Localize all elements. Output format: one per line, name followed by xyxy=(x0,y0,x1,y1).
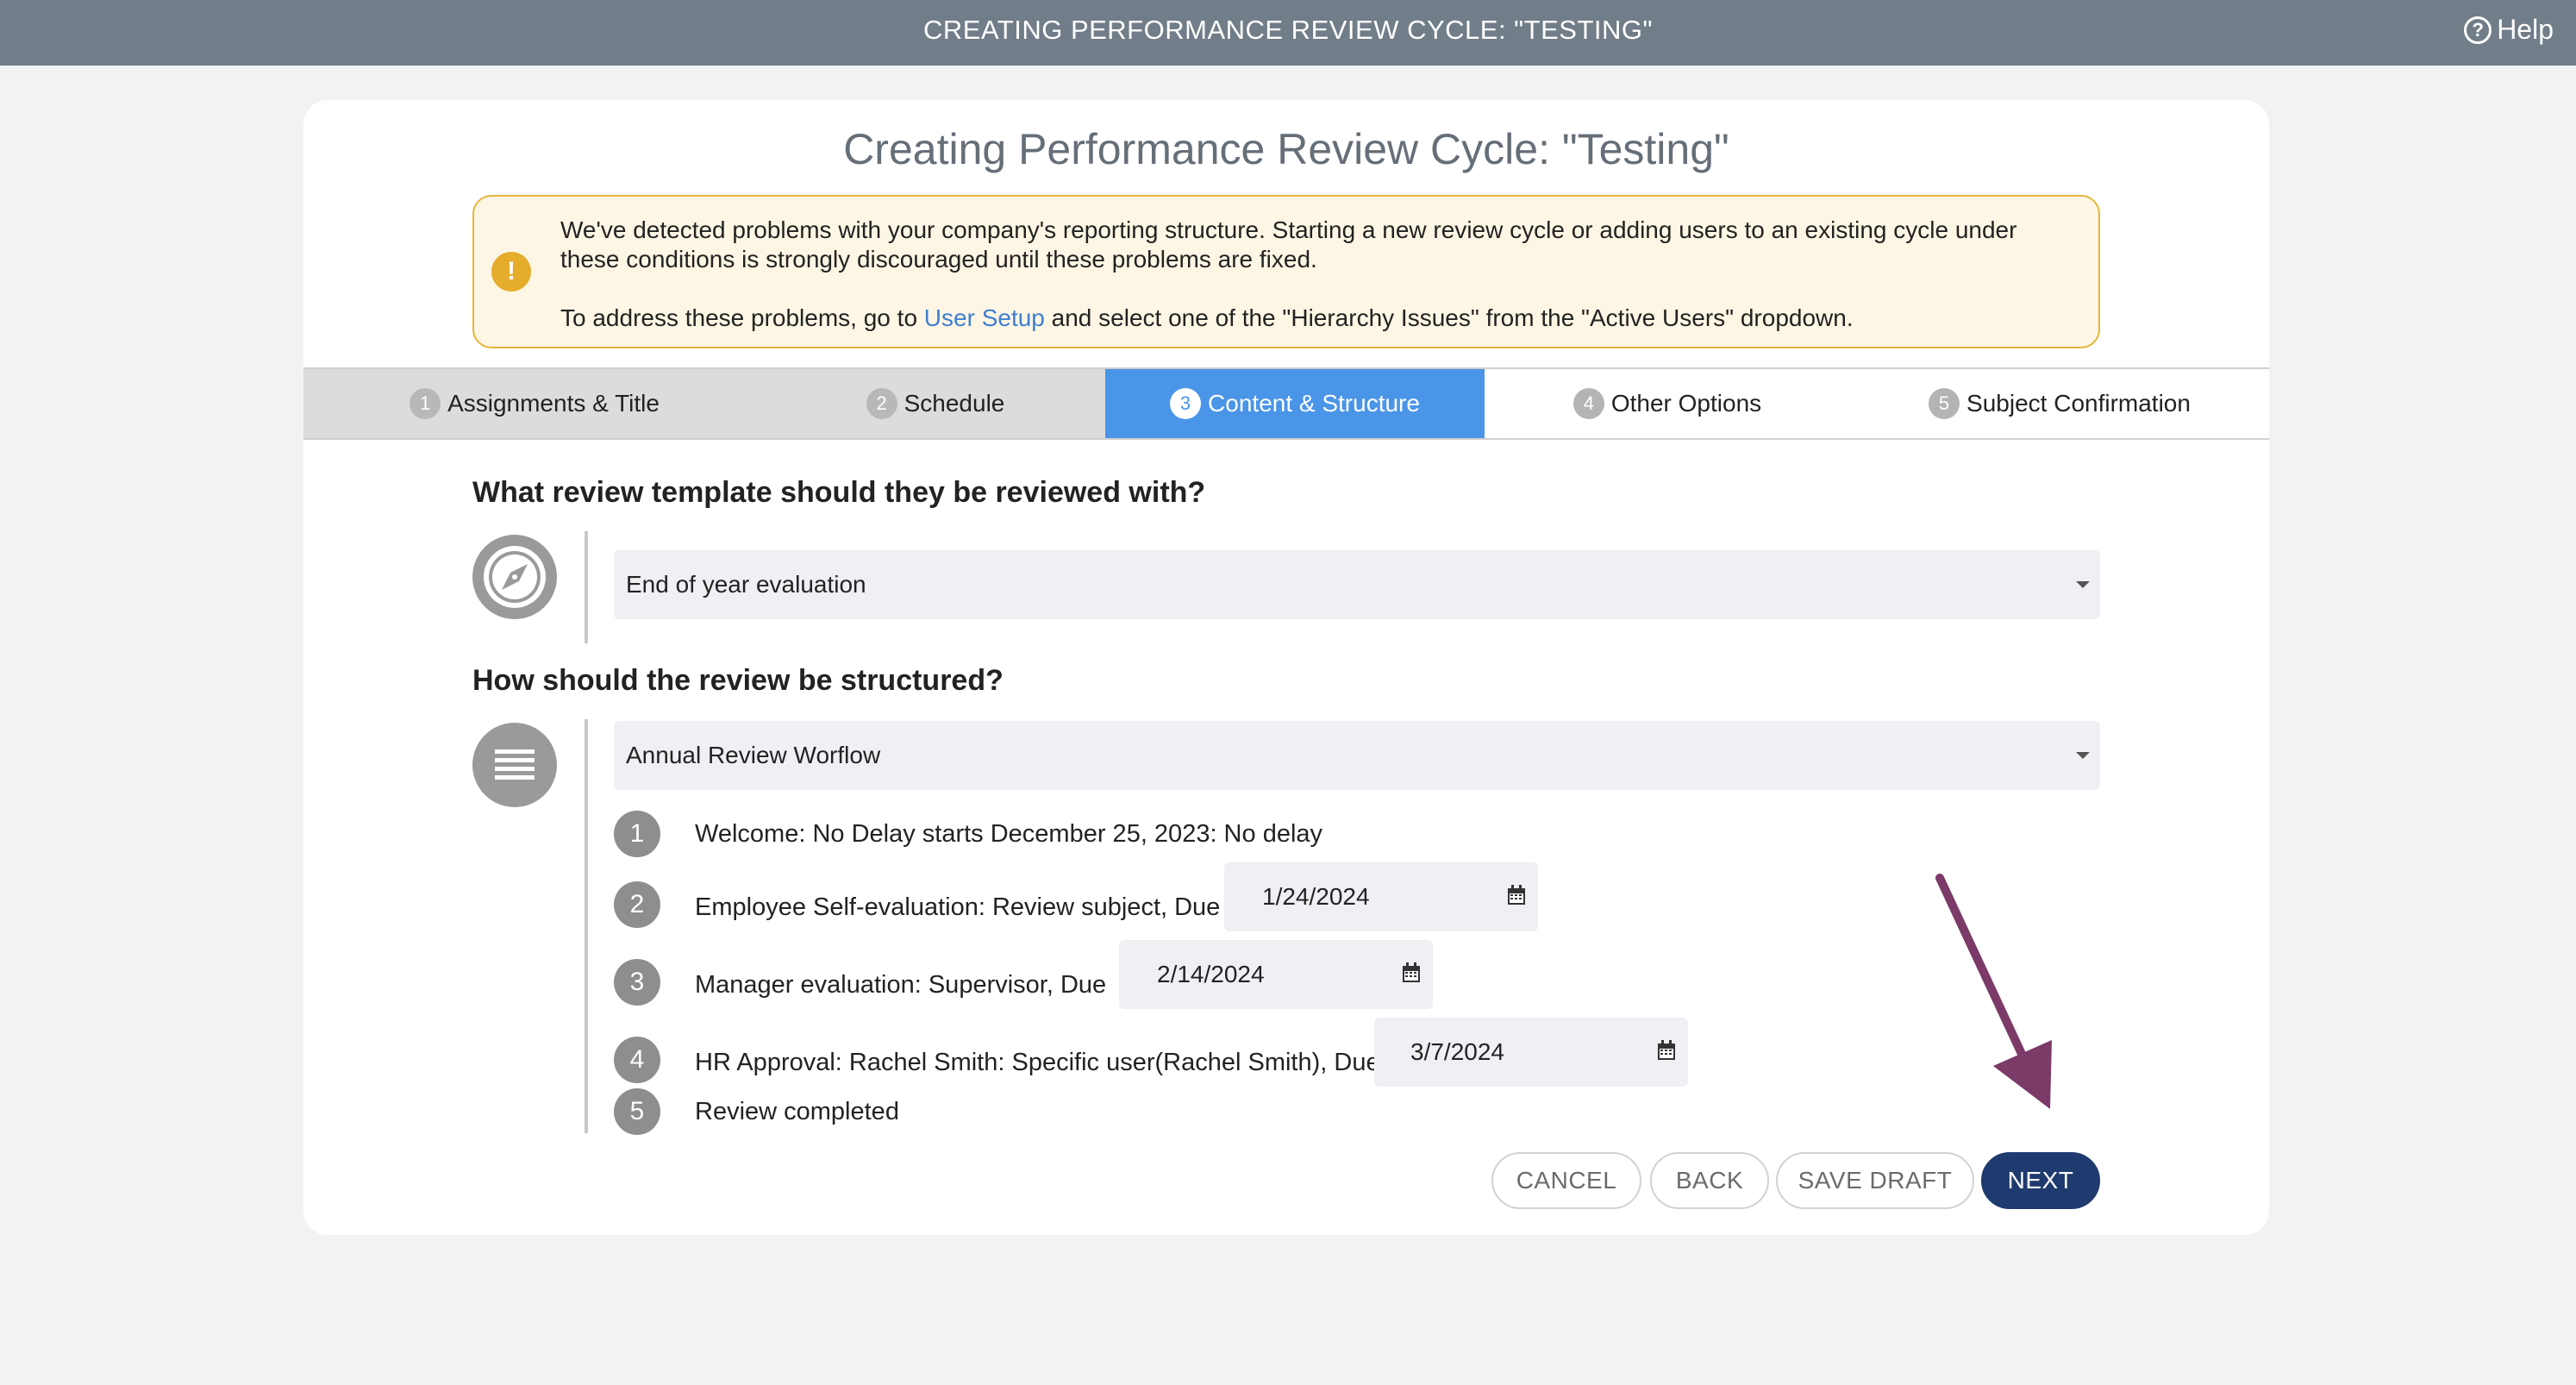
tab-other-options[interactable]: 4 Other Options xyxy=(1485,369,1850,438)
review-structure-value: Annual Review Worflow xyxy=(626,742,881,768)
template-question: What review template should they be revi… xyxy=(472,476,1206,509)
alert-message: We've detected problems with your compan… xyxy=(560,216,2078,333)
tab-number: 4 xyxy=(1572,388,1604,419)
exclamation-icon: ! xyxy=(491,252,531,291)
alert-line-2: To address these problems, go to User Se… xyxy=(560,304,2078,333)
tab-subject-confirmation[interactable]: 5 Subject Confirmation xyxy=(1850,369,2269,438)
step-number: 4 xyxy=(614,1037,660,1083)
structure-question: How should the review be structured? xyxy=(472,664,1004,697)
review-template-value: End of year evaluation xyxy=(626,571,866,598)
tab-label: Other Options xyxy=(1610,390,1762,417)
list-icon xyxy=(472,723,557,807)
workflow-step: 3 Manager evaluation: Supervisor, Due xyxy=(614,959,1106,1006)
tab-number: 2 xyxy=(866,388,897,419)
question-circle-icon: ? xyxy=(2464,16,2492,44)
step-number: 3 xyxy=(614,959,660,1006)
calendar-icon xyxy=(1658,1040,1675,1060)
tab-assignments-title[interactable]: 1 Assignments & Title xyxy=(303,369,766,438)
date-value: 1/24/2024 xyxy=(1262,883,1370,910)
calendar-icon xyxy=(1508,885,1525,905)
workflow-step: 4 HR Approval: Rachel Smith: Specific us… xyxy=(614,1037,1380,1083)
alert-line-2-suffix: and select one of the "Hierarchy Issues"… xyxy=(1044,304,1854,331)
workflow-step: 1 Welcome: No Delay starts December 25, … xyxy=(614,811,1322,857)
alert-line-1: We've detected problems with your compan… xyxy=(560,216,2017,273)
top-bar: CREATING PERFORMANCE REVIEW CYCLE: "TEST… xyxy=(0,0,2576,66)
step-number: 1 xyxy=(614,811,660,857)
tab-label: Assignments & Title xyxy=(447,390,660,417)
step-number: 2 xyxy=(614,881,660,928)
step-text: Manager evaluation: Supervisor, Due xyxy=(695,971,1107,999)
review-template-select[interactable]: End of year evaluation xyxy=(614,550,2100,619)
tab-number: 3 xyxy=(1170,388,1202,419)
help-label: Help xyxy=(2497,14,2554,45)
section-divider xyxy=(585,531,588,643)
step-3-due-date-input[interactable]: 2/14/2024 xyxy=(1119,940,1433,1009)
page-title: Creating Performance Review Cycle: "Test… xyxy=(843,125,1729,173)
step-4-due-date-input[interactable]: 3/7/2024 xyxy=(1374,1018,1688,1087)
help-link[interactable]: ? Help xyxy=(2464,14,2554,46)
workflow-step: 5 Review completed xyxy=(614,1088,899,1135)
step-number: 5 xyxy=(614,1088,660,1135)
tab-number: 5 xyxy=(1929,388,1960,419)
cancel-button[interactable]: CANCEL xyxy=(1491,1152,1641,1209)
review-structure-select[interactable]: Annual Review Worflow xyxy=(614,721,2100,790)
section-divider xyxy=(585,719,588,1133)
save-draft-button[interactable]: SAVE DRAFT xyxy=(1776,1152,1974,1209)
step-2-due-date-input[interactable]: 1/24/2024 xyxy=(1224,862,1538,931)
step-text: Employee Self-evaluation: Review subject… xyxy=(695,893,1221,921)
tab-number: 1 xyxy=(410,388,441,419)
back-button[interactable]: BACK xyxy=(1650,1152,1769,1209)
hierarchy-warning-alert: ! We've detected problems with your comp… xyxy=(472,195,2100,348)
wizard-tabs: 1 Assignments & Title 2 Schedule 3 Conte… xyxy=(303,367,2269,440)
date-value: 2/14/2024 xyxy=(1157,961,1265,987)
top-bar-title: CREATING PERFORMANCE REVIEW CYCLE: "TEST… xyxy=(922,15,1654,45)
date-value: 3/7/2024 xyxy=(1410,1038,1504,1065)
tab-schedule[interactable]: 2 Schedule xyxy=(766,369,1105,438)
user-setup-link[interactable]: User Setup xyxy=(924,304,1045,331)
step-text: Review completed xyxy=(695,1097,899,1125)
annotation-arrow-icon xyxy=(1935,874,2052,1109)
calendar-icon xyxy=(1403,962,1420,982)
tab-label: Schedule xyxy=(903,390,1005,417)
step-text: HR Approval: Rachel Smith: Specific user… xyxy=(695,1049,1380,1076)
alert-line-2-prefix: To address these problems, go to xyxy=(560,304,924,331)
next-button[interactable]: NEXT xyxy=(1981,1152,2100,1209)
workflow-step: 2 Employee Self-evaluation: Review subje… xyxy=(614,881,1220,928)
tab-label: Subject Confirmation xyxy=(1966,390,2191,417)
tab-content-structure[interactable]: 3 Content & Structure xyxy=(1105,369,1485,438)
step-text: Welcome: No Delay starts December 25, 20… xyxy=(695,819,1323,848)
compass-icon xyxy=(472,535,557,619)
tab-label: Content & Structure xyxy=(1208,390,1420,417)
